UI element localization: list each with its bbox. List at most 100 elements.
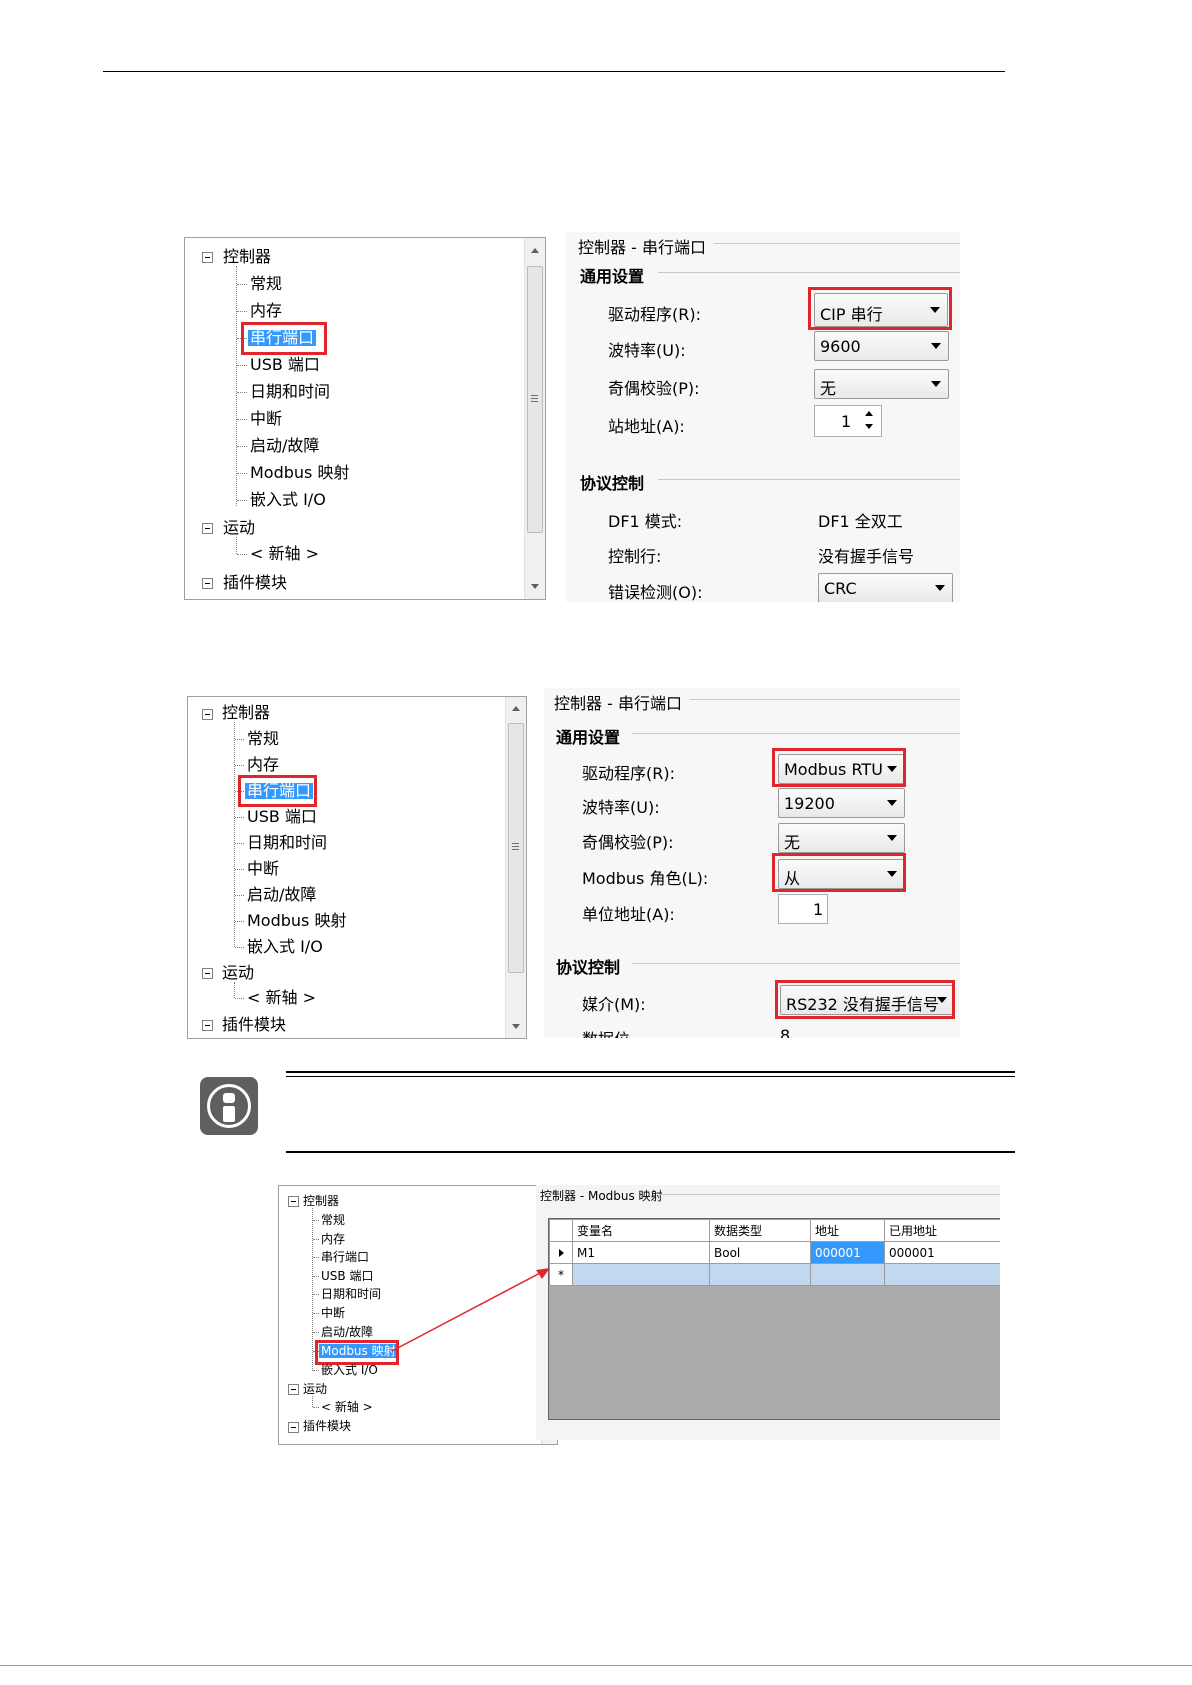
spin-up-icon[interactable]	[865, 411, 873, 416]
tree-motion[interactable]: 运动	[303, 1383, 327, 1395]
tree-item-memory[interactable]: 内存	[247, 757, 279, 773]
tree-item-serial-port[interactable]: 串行端口	[321, 1251, 369, 1263]
driver-label: 驱动程序(R):	[582, 764, 675, 783]
scroll-down-icon[interactable]	[512, 1024, 520, 1029]
tree-line	[237, 365, 247, 366]
tree-motion[interactable]: 运动	[223, 520, 255, 536]
column-header[interactable]: 数据类型	[709, 1219, 811, 1242]
tree-item-embedded-io[interactable]: 嵌入式 I/O	[250, 492, 326, 508]
data-bits-value: 8	[780, 1026, 791, 1038]
tree-item-memory[interactable]: 内存	[321, 1233, 345, 1245]
tree-new-axis[interactable]: < 新轴 >	[321, 1401, 373, 1413]
tree-new-axis[interactable]: < 新轴 >	[250, 546, 319, 562]
collapse-icon[interactable]	[202, 709, 213, 720]
baud-select[interactable]: 9600	[814, 331, 949, 361]
tree-line	[313, 1407, 319, 1408]
tree-item-general[interactable]: 常规	[250, 276, 282, 292]
parity-select[interactable]: 无	[814, 369, 949, 399]
new-row[interactable]: *	[549, 1263, 1000, 1286]
divider	[632, 733, 960, 734]
table-row[interactable]: M1 Bool 000001 000001	[549, 1241, 1000, 1264]
column-header[interactable]: 已用地址	[884, 1219, 1000, 1242]
tree-item-modbus-map[interactable]: Modbus 映射	[250, 465, 349, 481]
unit-address-value: 1	[813, 900, 824, 919]
scroll-up-icon[interactable]	[512, 706, 520, 711]
baud-label: 波特率(U):	[582, 798, 660, 817]
tree-item-memory[interactable]: 内存	[250, 303, 282, 319]
tree-new-axis[interactable]: < 新轴 >	[247, 990, 316, 1006]
tree-motion[interactable]: 运动	[222, 965, 254, 981]
tree-item-usb-port[interactable]: USB 端口	[250, 357, 320, 373]
cell-address[interactable]: 000001	[810, 1241, 885, 1264]
tree-plugins[interactable]: 插件模块	[303, 1420, 351, 1432]
tree-plugins[interactable]: 插件模块	[223, 575, 287, 591]
driver-label: 驱动程序(R):	[608, 305, 701, 324]
tree-item-interrupt[interactable]: 中断	[250, 411, 282, 427]
collapse-icon[interactable]	[202, 523, 213, 534]
cell-type[interactable]	[709, 1263, 811, 1286]
collapse-icon[interactable]	[288, 1422, 299, 1433]
tree-item-startup-fault[interactable]: 启动/故障	[247, 887, 316, 903]
cell-used-address[interactable]: 000001	[884, 1241, 1000, 1264]
cell-used-address[interactable]	[884, 1263, 1000, 1286]
spin-down-icon[interactable]	[865, 424, 873, 429]
cell-name[interactable]	[572, 1263, 710, 1286]
divider	[658, 272, 960, 273]
parity-label: 奇偶校验(P):	[582, 833, 674, 852]
collapse-icon[interactable]	[202, 1020, 213, 1031]
tree-item-general[interactable]: 常规	[247, 731, 279, 747]
tree-item-startup-fault[interactable]: 启动/故障	[250, 438, 319, 454]
tree-line	[237, 446, 247, 447]
project-tree: 控制器 常规 内存 串行端口 USB 端口 日期和时间 中断 启动/故障 Mod…	[184, 237, 546, 600]
tree-item-embedded-io[interactable]: 嵌入式 I/O	[321, 1364, 378, 1376]
tree-line	[235, 817, 244, 818]
tree-item-interrupt[interactable]: 中断	[321, 1307, 345, 1319]
station-stepper[interactable]: 1	[814, 405, 882, 437]
parity-select[interactable]: 无	[778, 823, 905, 853]
cell-address[interactable]	[810, 1263, 885, 1286]
tree-item-general[interactable]: 常规	[321, 1214, 345, 1226]
tree-line	[237, 311, 247, 312]
error-detect-value: CRC	[824, 579, 857, 598]
scroll-thumb[interactable]	[508, 723, 524, 973]
column-header[interactable]: 地址	[810, 1219, 885, 1242]
scroll-down-icon[interactable]	[531, 584, 539, 589]
header-rule	[103, 71, 1005, 72]
modbus-map-grid[interactable]: 变量名 数据类型 地址 已用地址 M1 Bool 000001 000001 *	[548, 1218, 1000, 1420]
collapse-icon[interactable]	[202, 968, 213, 979]
tree-line	[237, 500, 247, 501]
unit-address-input[interactable]: 1	[778, 894, 828, 924]
tree-item-startup-fault[interactable]: 启动/故障	[321, 1326, 373, 1338]
collapse-icon[interactable]	[202, 578, 213, 589]
tree-scrollbar[interactable]	[524, 238, 545, 599]
error-detect-select[interactable]: CRC	[818, 573, 953, 602]
tree-scrollbar[interactable]	[505, 697, 526, 1038]
tree-item-datetime[interactable]: 日期和时间	[321, 1288, 381, 1300]
tree-controller[interactable]: 控制器	[303, 1195, 339, 1207]
tree-item-usb-port[interactable]: USB 端口	[321, 1270, 373, 1282]
tree-line	[234, 722, 235, 947]
cell-name[interactable]: M1	[572, 1241, 710, 1264]
tree-line	[313, 1239, 319, 1240]
column-header[interactable]: 变量名	[572, 1219, 710, 1242]
baud-select[interactable]: 19200	[778, 788, 905, 818]
annotation-arrow	[391, 1268, 550, 1352]
tree-item-datetime[interactable]: 日期和时间	[250, 384, 330, 400]
scroll-thumb[interactable]	[527, 266, 543, 533]
station-value: 1	[841, 412, 852, 431]
cell-type[interactable]: Bool	[709, 1241, 811, 1264]
note-rule-top	[286, 1071, 1015, 1073]
collapse-icon[interactable]	[288, 1196, 299, 1207]
tree-controller[interactable]: 控制器	[222, 705, 270, 721]
collapse-icon[interactable]	[288, 1384, 299, 1395]
tree-item-embedded-io[interactable]: 嵌入式 I/O	[247, 939, 323, 955]
tree-item-datetime[interactable]: 日期和时间	[247, 835, 327, 851]
tree-item-modbus-map[interactable]: Modbus 映射	[247, 913, 346, 929]
tree-item-interrupt[interactable]: 中断	[247, 861, 279, 877]
section-general: 通用设置	[556, 728, 621, 747]
tree-plugins[interactable]: 插件模块	[222, 1017, 286, 1033]
tree-item-usb-port[interactable]: USB 端口	[247, 809, 317, 825]
tree-controller[interactable]: 控制器	[223, 249, 271, 265]
collapse-icon[interactable]	[202, 252, 213, 263]
scroll-up-icon[interactable]	[531, 248, 539, 253]
